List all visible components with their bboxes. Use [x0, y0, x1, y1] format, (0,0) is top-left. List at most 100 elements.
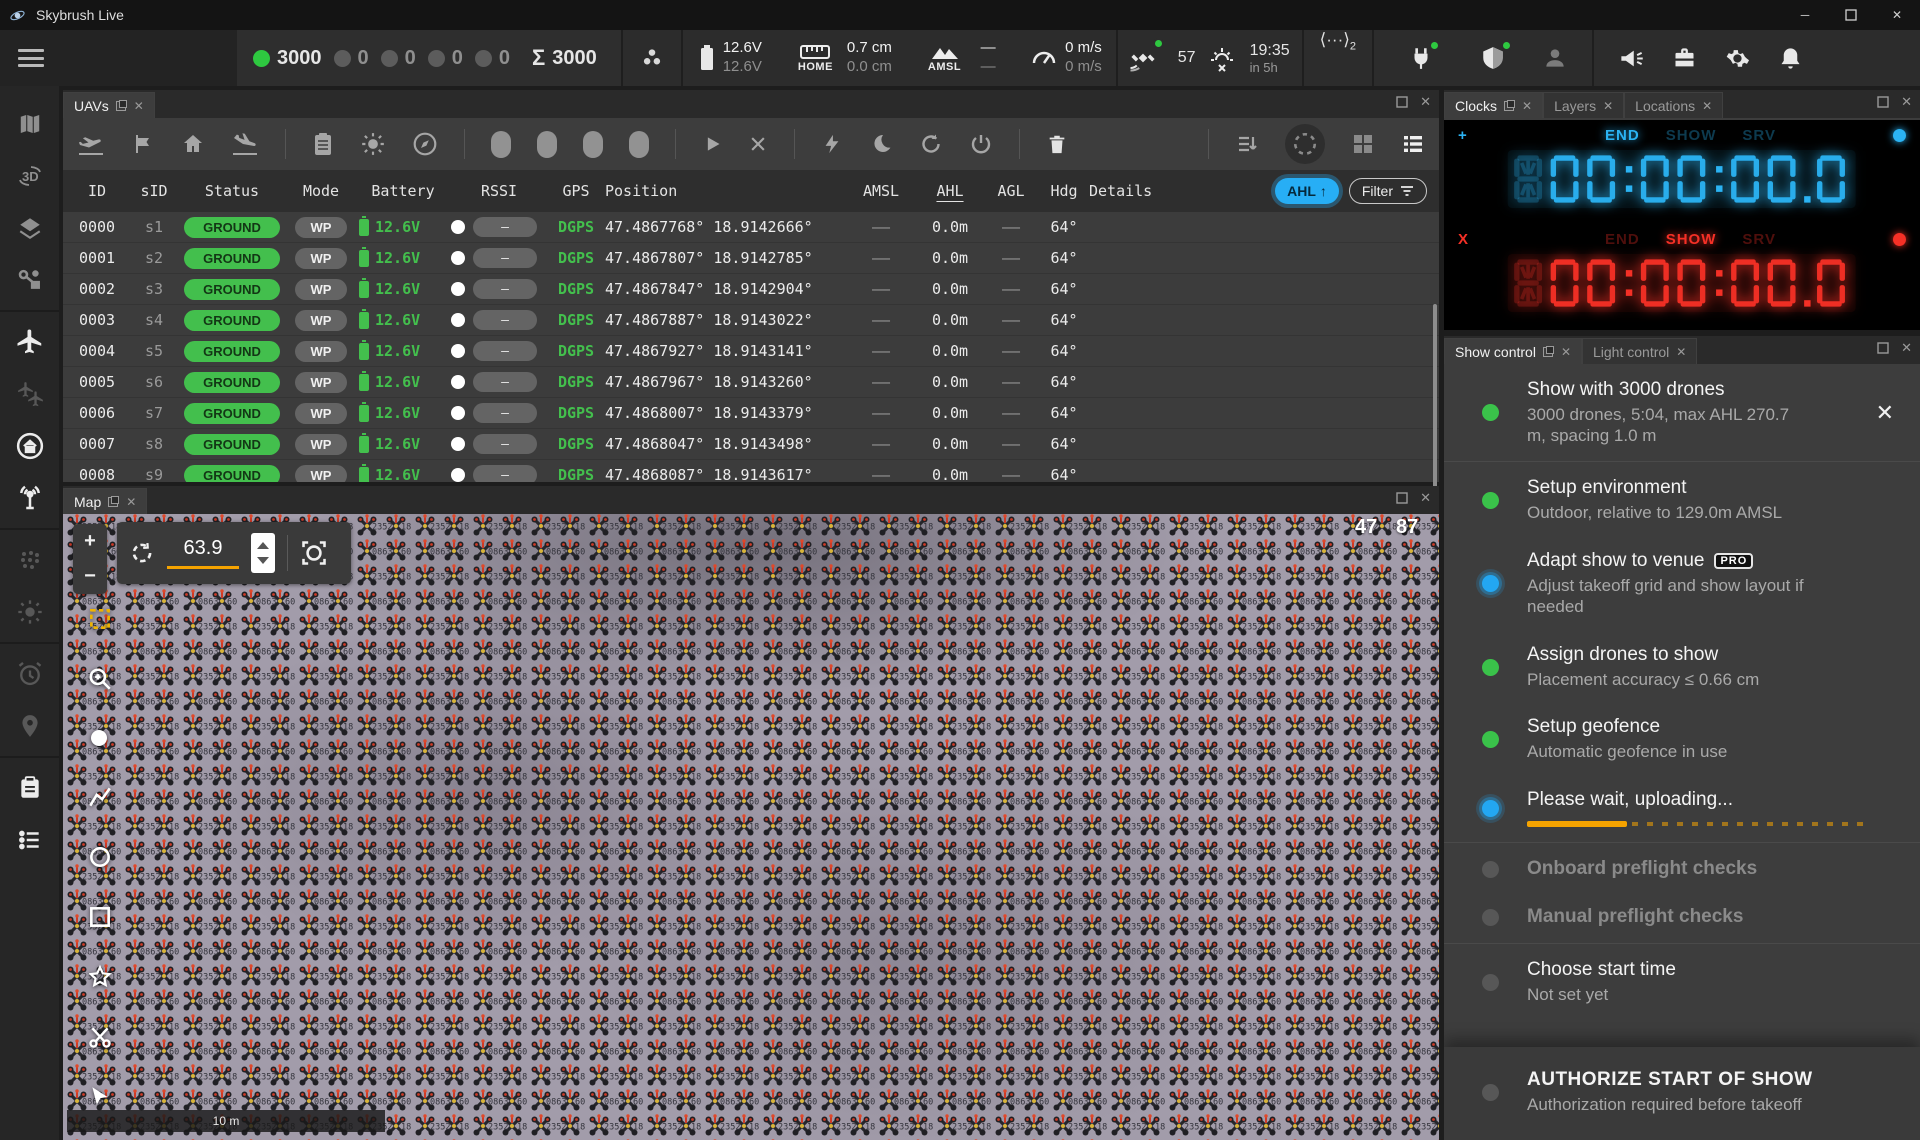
- fit-view-button[interactable]: [300, 539, 328, 567]
- toolbox-icon[interactable]: [1671, 45, 1698, 72]
- step-up-icon[interactable]: [257, 541, 269, 549]
- add-marker-tool-button[interactable]: [87, 726, 111, 750]
- sidebar-item-rtk[interactable]: [0, 472, 59, 524]
- clock-ref-end[interactable]: END: [1605, 231, 1640, 248]
- altitude-summary-button[interactable]: [623, 30, 681, 86]
- col-ahl[interactable]: AHL: [917, 182, 983, 200]
- draw-rect-tool-button[interactable]: [87, 904, 113, 930]
- sidebar-item-map[interactable]: [0, 98, 59, 150]
- tab-layers[interactable]: Layers ✕: [1543, 92, 1625, 118]
- show-step[interactable]: Setup environment Outdoor, relative to 12…: [1444, 464, 1920, 537]
- menu-icon[interactable]: [18, 49, 44, 67]
- land-button[interactable]: [231, 132, 259, 156]
- uav-row[interactable]: 0007 s8 GROUND WP 12.6V – DGPS 47.486804…: [63, 429, 1439, 460]
- rtk-link-button[interactable]: ⟨···⟩2: [1320, 30, 1356, 86]
- col-amsl[interactable]: AMSL: [845, 182, 917, 200]
- sidebar-item-light-control[interactable]: [0, 586, 59, 638]
- rotation-stepper[interactable]: [251, 533, 275, 573]
- filter-chip[interactable]: Filter: [1348, 178, 1427, 204]
- flag-button[interactable]: [131, 132, 155, 156]
- maximize-panel-icon[interactable]: [1877, 96, 1889, 108]
- flash-color-button-2[interactable]: [537, 130, 557, 158]
- select-tool-button[interactable]: [87, 606, 113, 632]
- maximize-button[interactable]: [1828, 0, 1874, 30]
- show-clock[interactable]: X END SHOW SRV: [1444, 228, 1920, 332]
- sidebar-item-beacons[interactable]: [0, 534, 59, 586]
- power-off-button[interactable]: [969, 132, 993, 156]
- sleep-button[interactable]: [869, 132, 893, 156]
- flash-color-button-4[interactable]: [629, 130, 649, 158]
- safety-status-button[interactable]: [1480, 40, 1512, 71]
- show-step[interactable]: Assign drones to show Placement accuracy …: [1444, 631, 1920, 704]
- clock-ref-end[interactable]: END: [1605, 127, 1640, 144]
- undock-icon[interactable]: [1542, 346, 1554, 357]
- uav-row[interactable]: 0008 s9 GROUND WP 12.6V – DGPS 47.486808…: [63, 460, 1439, 482]
- draw-path-tool-button[interactable]: [87, 784, 113, 810]
- tab-light-control[interactable]: Light control ✕: [1582, 338, 1698, 364]
- col-rssi[interactable]: RSSI: [451, 182, 547, 200]
- undock-icon[interactable]: [115, 100, 127, 111]
- col-id[interactable]: ID: [63, 182, 131, 200]
- close-tab-icon[interactable]: ✕: [126, 495, 136, 509]
- tab-locations[interactable]: Locations ✕: [1624, 92, 1724, 118]
- show-step[interactable]: Manual preflight checks: [1444, 893, 1920, 941]
- close-tab-icon[interactable]: ✕: [1561, 345, 1571, 359]
- col-agl[interactable]: AGL: [983, 182, 1039, 200]
- close-panel-icon[interactable]: ✕: [1420, 94, 1431, 110]
- return-home-button[interactable]: [181, 132, 205, 156]
- uav-row[interactable]: 0004 s5 GROUND WP 12.6V – DGPS 47.486792…: [63, 336, 1439, 367]
- sidebar-item-swarm[interactable]: [0, 368, 59, 420]
- uav-row[interactable]: 0002 s3 GROUND WP 12.6V – DGPS 47.486784…: [63, 274, 1439, 305]
- tab-clocks[interactable]: Clocks ✕: [1444, 92, 1544, 118]
- notifications-bell-icon[interactable]: [1777, 45, 1804, 72]
- zoom-tool-button[interactable]: [87, 666, 113, 692]
- sidebar-item-show[interactable]: [0, 420, 59, 472]
- battery-summary[interactable]: 12.6V 12.6V: [683, 30, 776, 86]
- close-tab-icon[interactable]: ✕: [134, 99, 144, 113]
- show-step[interactable]: Onboard preflight checks: [1444, 845, 1920, 893]
- arm-start-button[interactable]: [702, 134, 722, 154]
- close-panel-icon[interactable]: ✕: [1901, 94, 1912, 110]
- flash-color-button-1[interactable]: [491, 130, 511, 158]
- reset-rotation-icon[interactable]: [129, 540, 155, 566]
- remove-button[interactable]: [1046, 132, 1068, 156]
- sidebar-item-connections[interactable]: [0, 254, 59, 306]
- wakeup-button[interactable]: [821, 132, 843, 156]
- settings-gear-icon[interactable]: [1724, 45, 1751, 72]
- sidebar-item-clocks[interactable]: [0, 648, 59, 700]
- sidebar-item-locations[interactable]: [0, 700, 59, 752]
- close-tab-icon[interactable]: ✕: [1603, 99, 1613, 113]
- uav-row[interactable]: 0005 s6 GROUND WP 12.6V – DGPS 47.486796…: [63, 367, 1439, 398]
- edit-feature-tool-button[interactable]: [87, 1084, 113, 1110]
- col-hdg[interactable]: Hdg: [1039, 182, 1089, 200]
- clock-ref-show[interactable]: SHOW: [1666, 127, 1717, 144]
- col-sid[interactable]: sID: [131, 182, 177, 200]
- sunset-time-button[interactable]: 19:35 in 5h: [1206, 30, 1302, 86]
- col-position[interactable]: Position: [605, 182, 845, 200]
- sort-chip[interactable]: AHL ↑: [1275, 178, 1339, 204]
- server-connection-button[interactable]: [1408, 40, 1440, 71]
- reboot-button[interactable]: [919, 132, 943, 156]
- col-mode[interactable]: Mode: [287, 182, 355, 200]
- tab-uavs[interactable]: UAVs ✕: [63, 92, 155, 118]
- disarm-button[interactable]: [748, 134, 768, 154]
- minimize-button[interactable]: ─: [1782, 0, 1828, 30]
- rotation-input[interactable]: 63.9: [167, 537, 239, 569]
- preflight-checks-button[interactable]: [312, 131, 334, 157]
- show-step[interactable]: Please wait, uploading...: [1444, 776, 1920, 840]
- uav-row[interactable]: 0006 s7 GROUND WP 12.6V – DGPS 47.486800…: [63, 398, 1439, 429]
- list-view-button[interactable]: [1401, 132, 1425, 156]
- grid-view-button[interactable]: [1351, 132, 1375, 156]
- uav-row[interactable]: 0001 s2 GROUND WP 12.6V – DGPS 47.486780…: [63, 243, 1439, 274]
- step-down-icon[interactable]: [257, 557, 269, 565]
- clock-ref-srv[interactable]: SRV: [1742, 231, 1776, 248]
- col-battery[interactable]: Battery: [355, 182, 451, 200]
- cut-hole-tool-button[interactable]: [87, 1024, 113, 1050]
- zoom-out-button[interactable]: −: [84, 565, 96, 588]
- flash-color-button-3[interactable]: [583, 130, 603, 158]
- gps-status-button[interactable]: 57: [1118, 30, 1206, 86]
- sidebar-item-uavs[interactable]: [0, 316, 59, 368]
- col-gps[interactable]: GPS: [547, 182, 605, 200]
- close-panel-icon[interactable]: ✕: [1901, 340, 1912, 356]
- maximize-panel-icon[interactable]: [1396, 492, 1408, 504]
